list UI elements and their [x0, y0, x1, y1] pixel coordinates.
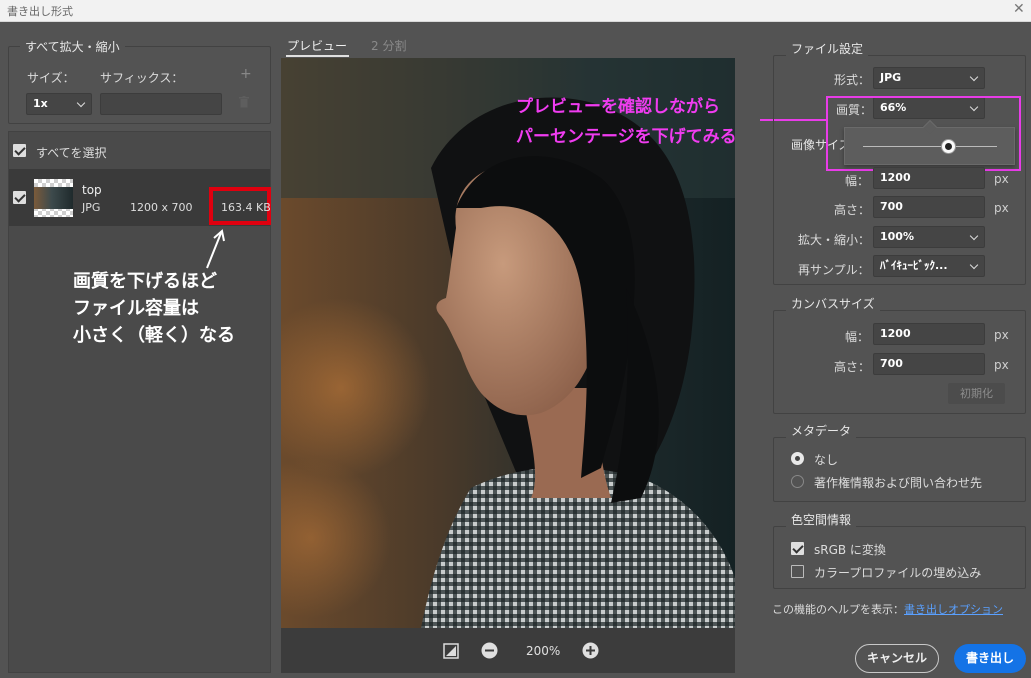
- cancel-button[interactable]: キャンセル: [855, 644, 939, 673]
- tab-preview[interactable]: プレビュー: [287, 37, 347, 54]
- canvas-width-label: 幅：: [845, 330, 870, 344]
- asset-name: top: [82, 183, 102, 197]
- select-all-checkbox[interactable]: [13, 144, 26, 157]
- quality-slider-thumb[interactable]: [941, 139, 956, 154]
- zoom-level: 200%: [526, 644, 561, 658]
- metadata-copyright-label[interactable]: 著作権情報および問い合わせ先: [814, 474, 982, 491]
- embed-profile-checkbox[interactable]: [791, 565, 804, 578]
- export-button[interactable]: 書き出し: [954, 644, 1026, 673]
- color-space-legend: 色空間情報: [786, 511, 857, 528]
- right-annotation-line: プレビューを確認しながら: [516, 97, 720, 117]
- size-value: 1x: [33, 97, 48, 110]
- suffix-label: サフィックス：: [100, 71, 184, 85]
- size-label: サイズ：: [27, 71, 75, 85]
- tab-preview-underline: [286, 55, 349, 57]
- canvas-width-input[interactable]: 1200: [873, 323, 985, 345]
- canvas-width-value: 1200: [880, 327, 911, 340]
- srgb-checkbox[interactable]: [791, 542, 804, 555]
- width-value: 1200: [880, 171, 911, 184]
- format-value: JPG: [880, 71, 902, 84]
- file-settings-legend: ファイル設定: [786, 40, 869, 57]
- right-annotation-line: パーセンテージを下げてみる: [516, 127, 737, 147]
- canvas-height-input[interactable]: 700: [873, 353, 985, 375]
- help-link[interactable]: 書き出しオプション: [904, 603, 1003, 616]
- quality-slider-track[interactable]: [863, 146, 997, 147]
- suffix-input[interactable]: [100, 93, 222, 115]
- height-unit: px: [994, 201, 1009, 215]
- left-annotation-line: 画質を下げるほど: [73, 271, 217, 292]
- canvas-height-value: 700: [880, 357, 903, 370]
- canvas-size-legend: カンバスサイズ: [786, 295, 880, 312]
- scale-label: 拡大・縮小：: [798, 233, 871, 247]
- fit-to-screen-icon[interactable]: [443, 643, 459, 659]
- scale-value: 100%: [880, 230, 914, 243]
- format-label: 形式：: [834, 73, 871, 87]
- scale-panel-legend: すべて拡大・縮小: [20, 38, 125, 55]
- annotation-arrow-icon: [206, 229, 225, 269]
- asset-thumbnail: [34, 179, 73, 217]
- embed-profile-label[interactable]: カラープロファイルの埋め込み: [814, 564, 981, 581]
- format-select[interactable]: JPG: [873, 67, 985, 89]
- tab-split[interactable]: 2 分割: [371, 37, 406, 54]
- zoom-out-icon[interactable]: [481, 642, 498, 659]
- zoom-in-icon[interactable]: [582, 642, 599, 659]
- reset-button[interactable]: 初期化: [948, 383, 1005, 404]
- resample-label: 再サンプル：: [798, 263, 870, 277]
- help-row: この機能のヘルプを表示：書き出しオプション: [772, 601, 1003, 617]
- asset-file-size: 163.4 KB: [221, 201, 271, 214]
- resample-select[interactable]: ﾊﾞｲｷｭｰﾋﾞｯｸ...: [873, 255, 985, 277]
- width-input[interactable]: 1200: [873, 167, 985, 189]
- left-annotation-line: ファイル容量は: [73, 298, 199, 319]
- metadata-panel: [773, 437, 1026, 502]
- height-label: 高さ：: [834, 203, 871, 217]
- window-title: 書き出し形式: [7, 5, 73, 18]
- close-icon[interactable]: ✕: [1013, 1, 1025, 17]
- add-scale-icon[interactable]: +: [240, 66, 252, 82]
- height-value: 700: [880, 200, 903, 213]
- metadata-legend: メタデータ: [786, 422, 857, 439]
- scale-select[interactable]: 100%: [873, 226, 985, 248]
- canvas-height-unit: px: [994, 358, 1009, 372]
- asset-format: JPG: [82, 201, 101, 214]
- canvas-height-label: 高さ：: [834, 360, 871, 374]
- help-prefix: この機能のヘルプを表示：: [772, 603, 904, 616]
- select-all-label: すべてを選択: [36, 146, 107, 160]
- quality-slider-popup[interactable]: [844, 119, 1015, 165]
- size-select[interactable]: 1x: [26, 93, 92, 115]
- reset-button-label: 初期化: [960, 387, 993, 400]
- srgb-label[interactable]: sRGB に変換: [814, 541, 886, 558]
- asset-checkbox[interactable]: [13, 191, 26, 204]
- canvas-width-unit: px: [994, 328, 1009, 342]
- width-label: 幅：: [845, 174, 870, 188]
- width-unit: px: [994, 172, 1009, 186]
- trash-icon[interactable]: [239, 96, 249, 108]
- resample-value: ﾊﾞｲｷｭｰﾋﾞｯｸ...: [880, 259, 948, 272]
- preview-toolbar: [281, 628, 735, 673]
- title-bar: 書き出し形式 ✕: [0, 0, 1031, 22]
- left-annotation-line: 小さく（軽く）なる: [73, 325, 235, 346]
- metadata-none-radio[interactable]: [791, 452, 804, 465]
- right-annotation: プレビューを確認しながら パーセンテージを下げてみる: [516, 92, 737, 152]
- metadata-none-label[interactable]: なし: [814, 451, 838, 468]
- left-annotation: 画質を下げるほど ファイル容量は 小さく（軽く）なる: [73, 268, 235, 349]
- asset-dimensions: 1200 x 700: [130, 201, 193, 214]
- height-input[interactable]: 700: [873, 196, 985, 218]
- metadata-copyright-radio[interactable]: [791, 475, 804, 488]
